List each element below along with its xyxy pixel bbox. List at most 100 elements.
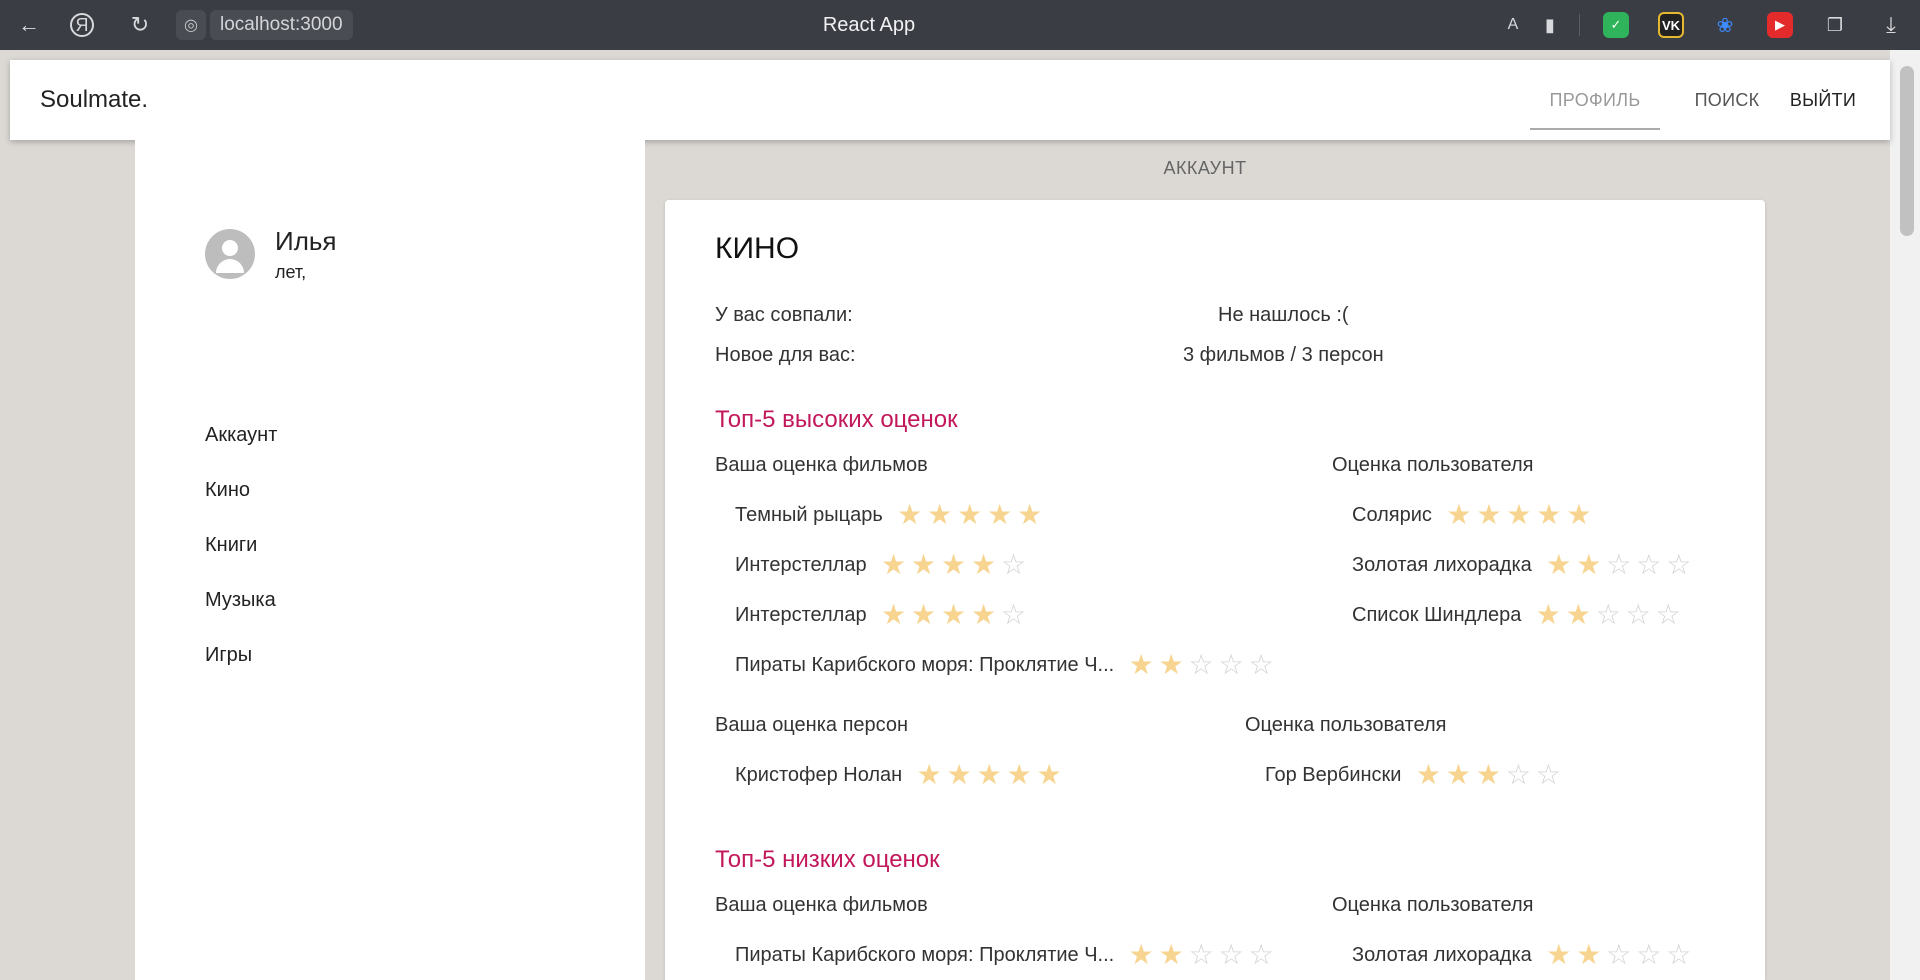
translate-icon[interactable]: A <box>1498 10 1528 40</box>
user-age: лет, <box>275 262 307 282</box>
star-filled-icon[interactable]: ★ <box>1015 500 1045 530</box>
star-filled-icon: ★ <box>1535 599 1561 630</box>
extensions-icon[interactable]: ❐ <box>1822 12 1848 38</box>
star-filled-icon[interactable]: ★ <box>925 500 955 530</box>
top-high-heading: Топ-5 высоких оценок <box>715 406 958 433</box>
star-empty-icon: ☆ <box>1535 759 1562 790</box>
rating-row: Пираты Карибского моря: Проклятие Ч... ★… <box>735 935 1276 975</box>
star-empty-icon: ☆ <box>1636 549 1662 580</box>
star-empty-icon[interactable]: ☆ <box>999 550 1029 580</box>
star-empty-icon[interactable]: ☆ <box>1186 940 1216 970</box>
star-rating[interactable]: ★ ★ ★ ★ ★ <box>895 500 1045 530</box>
youtube-extension-icon[interactable]: ▶ <box>1767 12 1793 38</box>
logout-button[interactable]: ВЫЙТИ <box>1778 60 1868 140</box>
star-filled-icon[interactable]: ★ <box>1126 940 1156 970</box>
download-icon[interactable]: ⤓ <box>1876 10 1906 40</box>
star-empty-icon: ☆ <box>1606 549 1632 580</box>
matched-label: У вас совпали: <box>715 304 853 326</box>
sidebar-item-music[interactable]: Музыка <box>205 573 277 628</box>
star-rating: ★ ★ ★ ☆ ☆ <box>1413 760 1563 790</box>
rating-row: Золотая лихорадка ★ ★ ☆ ☆ ☆ <box>1352 935 1694 975</box>
vk-extension-icon[interactable]: VK <box>1658 12 1684 38</box>
star-filled-icon[interactable]: ★ <box>1156 940 1186 970</box>
star-empty-icon[interactable]: ☆ <box>999 600 1029 630</box>
star-filled-icon[interactable]: ★ <box>939 550 969 580</box>
star-filled-icon[interactable]: ★ <box>969 550 999 580</box>
rating-row: Солярис ★ ★ ★ ★ ★ <box>1352 495 1594 535</box>
rating-row: Интерстеллар ★ ★ ★ ★ ☆ <box>735 595 1029 635</box>
star-filled-icon: ★ <box>1576 939 1602 970</box>
star-filled-icon: ★ <box>1506 499 1532 530</box>
film-name: Солярис <box>1352 503 1432 526</box>
star-rating[interactable]: ★ ★ ☆ ☆ ☆ <box>1126 650 1276 680</box>
star-empty-icon: ☆ <box>1655 599 1681 630</box>
star-filled-icon: ★ <box>1476 499 1502 530</box>
accessibility-extension-icon[interactable]: ❀ <box>1712 12 1738 38</box>
star-rating[interactable]: ★ ★ ★ ★ ☆ <box>879 550 1029 580</box>
star-empty-icon[interactable]: ☆ <box>1216 650 1246 680</box>
star-filled-icon[interactable]: ★ <box>909 550 939 580</box>
star-filled-icon[interactable]: ★ <box>969 600 999 630</box>
star-filled-icon[interactable]: ★ <box>879 550 909 580</box>
star-empty-icon[interactable]: ☆ <box>1216 940 1246 970</box>
person-icon <box>222 240 238 256</box>
matched-value: Не нашлось :( <box>1218 304 1349 326</box>
star-filled-icon[interactable]: ★ <box>879 600 909 630</box>
star-filled-icon[interactable]: ★ <box>955 500 985 530</box>
star-filled-icon[interactable]: ★ <box>1034 760 1064 790</box>
person-name: Гор Вербински <box>1265 763 1402 786</box>
rating-row: Гор Вербински ★ ★ ★ ☆ ☆ <box>1265 755 1563 795</box>
star-rating[interactable]: ★ ★ ★ ★ ☆ <box>879 600 1029 630</box>
sidebar-item-movies[interactable]: Кино <box>205 463 277 518</box>
rating-row: Темный рыцарь ★ ★ ★ ★ ★ <box>735 495 1045 535</box>
card-title: КИНО <box>715 232 800 265</box>
avatar <box>205 229 255 279</box>
star-filled-icon[interactable]: ★ <box>909 600 939 630</box>
star-rating[interactable]: ★ ★ ☆ ☆ ☆ <box>1126 940 1276 970</box>
rating-row: Кристофер Нолан ★ ★ ★ ★ ★ <box>735 755 1064 795</box>
sidebar-item-games[interactable]: Игры <box>205 628 277 683</box>
user-films-label: Оценка пользователя <box>1332 894 1534 916</box>
toolbar-separator <box>1579 14 1580 36</box>
bookmark-icon[interactable]: ▮ <box>1535 10 1565 40</box>
app-logo[interactable]: Soulmate. <box>40 60 148 140</box>
browser-toolbar: ← Я ↻ ◎ localhost:3000 React App A ▮ ✓ V… <box>0 0 1920 50</box>
film-name: Темный рыцарь <box>735 503 883 526</box>
star-filled-icon[interactable]: ★ <box>1004 760 1034 790</box>
star-empty-icon[interactable]: ☆ <box>1246 940 1276 970</box>
sidebar-menu: Аккаунт Кино Книги Музыка Игры <box>205 408 277 683</box>
film-name: Список Шиндлера <box>1352 603 1522 626</box>
star-filled-icon: ★ <box>1566 499 1592 530</box>
star-filled-icon[interactable]: ★ <box>914 760 944 790</box>
star-filled-icon[interactable]: ★ <box>939 600 969 630</box>
rating-row: Золотая лихорадка ★ ★ ☆ ☆ ☆ <box>1352 545 1694 585</box>
star-rating: ★ ★ ☆ ☆ ☆ <box>1544 550 1694 580</box>
star-empty-icon[interactable]: ☆ <box>1246 650 1276 680</box>
star-filled-icon: ★ <box>1565 599 1591 630</box>
star-rating[interactable]: ★ ★ ★ ★ ★ <box>914 760 1064 790</box>
star-filled-icon[interactable]: ★ <box>974 760 1004 790</box>
new-label: Новое для вас: <box>715 344 856 366</box>
star-filled-icon[interactable]: ★ <box>895 500 925 530</box>
star-filled-icon: ★ <box>1446 499 1472 530</box>
star-filled-icon: ★ <box>1576 549 1602 580</box>
rating-row: Пираты Карибского моря: Проклятие Ч... ★… <box>735 645 1276 685</box>
your-films-label: Ваша оценка фильмов <box>715 454 928 476</box>
tab-search[interactable]: ПОИСК <box>1682 60 1772 140</box>
scrollbar-thumb[interactable] <box>1900 66 1914 236</box>
star-empty-icon[interactable]: ☆ <box>1186 650 1216 680</box>
sidebar-item-books[interactable]: Книги <box>205 518 277 573</box>
star-filled-icon[interactable]: ★ <box>1156 650 1186 680</box>
page-title: React App <box>822 14 916 36</box>
sidebar-item-account[interactable]: Аккаунт <box>205 408 277 463</box>
star-empty-icon: ☆ <box>1595 599 1621 630</box>
star-empty-icon: ☆ <box>1636 939 1662 970</box>
tab-profile[interactable]: ПРОФИЛЬ <box>1530 60 1660 140</box>
shield-extension-icon[interactable]: ✓ <box>1603 12 1629 38</box>
star-filled-icon: ★ <box>1415 759 1442 790</box>
user-films-label: Оценка пользователя <box>1332 454 1534 476</box>
star-filled-icon[interactable]: ★ <box>944 760 974 790</box>
star-empty-icon: ☆ <box>1625 599 1651 630</box>
star-filled-icon[interactable]: ★ <box>1126 650 1156 680</box>
star-filled-icon[interactable]: ★ <box>985 500 1015 530</box>
